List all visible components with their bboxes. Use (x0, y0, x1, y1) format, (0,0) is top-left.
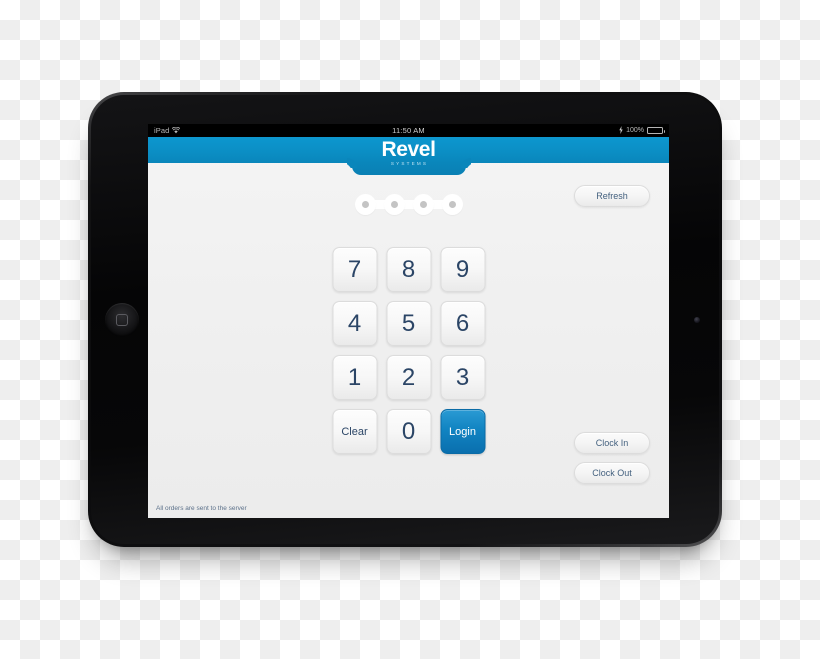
clock-out-button[interactable]: Clock Out (574, 462, 650, 484)
tablet-bezel: iPad 11:50 AM 100% Revel SYSTEMS 7 8 9 4… (88, 92, 722, 547)
key-6[interactable]: 6 (440, 301, 485, 346)
ios-status-bar: iPad 11:50 AM 100% (148, 124, 669, 137)
home-button-square-icon (116, 313, 128, 326)
key-4[interactable]: 4 (332, 301, 377, 346)
numeric-keypad: 7 8 9 4 5 6 1 2 3 Clear 0 Login (332, 247, 485, 454)
pin-dot (412, 194, 434, 215)
front-camera-icon (694, 316, 700, 323)
key-7[interactable]: 7 (332, 247, 377, 292)
tablet-screen: iPad 11:50 AM 100% Revel SYSTEMS 7 8 9 4… (148, 124, 669, 518)
pin-indicator (354, 194, 463, 215)
key-5[interactable]: 5 (386, 301, 431, 346)
key-9[interactable]: 9 (440, 247, 485, 292)
pin-dot-center (361, 201, 369, 208)
pin-dot-center (448, 201, 456, 208)
pin-dot (354, 194, 376, 215)
brand-subtitle: SYSTEMS (390, 161, 429, 166)
pos-login-app: Revel SYSTEMS 7 8 9 4 5 6 1 2 3 Clear 0 … (148, 137, 669, 518)
status-bar-left: iPad (154, 126, 181, 135)
battery-percent-label: 100% (626, 127, 644, 134)
status-carrier-label: iPad (154, 126, 170, 135)
brand-name: Revel (381, 138, 436, 161)
key-3[interactable]: 3 (440, 355, 485, 400)
battery-icon (647, 127, 665, 134)
login-button[interactable]: Login (440, 409, 485, 454)
wifi-icon (172, 127, 181, 134)
key-0[interactable]: 0 (386, 409, 431, 454)
revel-logo: Revel SYSTEMS (381, 139, 435, 167)
status-bar-right: 100% (619, 125, 665, 136)
footer-status-note: All orders are sent to the server (156, 505, 247, 512)
lightning-bolt-icon (619, 125, 623, 136)
pin-dot (383, 194, 405, 215)
tablet-bezel-inner: iPad 11:50 AM 100% Revel SYSTEMS 7 8 9 4… (91, 95, 719, 544)
key-2[interactable]: 2 (386, 355, 431, 400)
status-bar-clock: 11:50 AM (392, 126, 425, 135)
refresh-button[interactable]: Refresh (574, 185, 650, 207)
pin-dot-center (390, 201, 398, 208)
key-1[interactable]: 1 (332, 355, 377, 400)
clock-in-button[interactable]: Clock In (574, 432, 650, 454)
key-clear[interactable]: Clear (332, 409, 377, 454)
home-button[interactable] (105, 302, 139, 337)
pin-dot-center (419, 201, 427, 208)
key-8[interactable]: 8 (386, 247, 431, 292)
pin-dot (441, 194, 463, 215)
tablet-device: iPad 11:50 AM 100% Revel SYSTEMS 7 8 9 4… (88, 92, 722, 547)
